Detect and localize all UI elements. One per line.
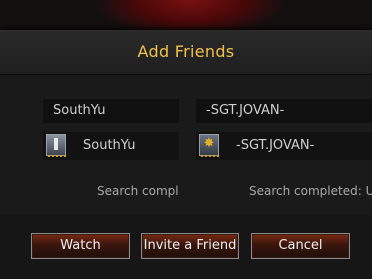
- private-rank-icon: [46, 134, 66, 157]
- search-status-right: Search completed: U: [249, 184, 372, 198]
- search-field-right[interactable]: -SGT.JOVAN-: [196, 99, 372, 123]
- star-rank-icon: ✸: [199, 134, 219, 157]
- dialog-title-bar: Add Friends: [0, 30, 372, 75]
- result-row-left[interactable]: SouthYu: [43, 132, 179, 160]
- dialog-content: SouthYu -SGT.JOVAN- SouthYu ✸ -SGT.JOVAN…: [0, 75, 372, 215]
- watch-button[interactable]: Watch: [31, 233, 130, 259]
- invite-friend-button[interactable]: Invite a Friend: [141, 233, 239, 259]
- result-name-right: -SGT.JOVAN-: [236, 138, 315, 153]
- search-field-left[interactable]: SouthYu: [43, 99, 179, 123]
- search-status-left: Search compl: [97, 184, 179, 198]
- cancel-button[interactable]: Cancel: [251, 233, 350, 259]
- dialog-title: Add Friends: [137, 42, 235, 61]
- result-name-left: SouthYu: [83, 138, 136, 153]
- result-row-right[interactable]: ✸ -SGT.JOVAN-: [196, 132, 372, 160]
